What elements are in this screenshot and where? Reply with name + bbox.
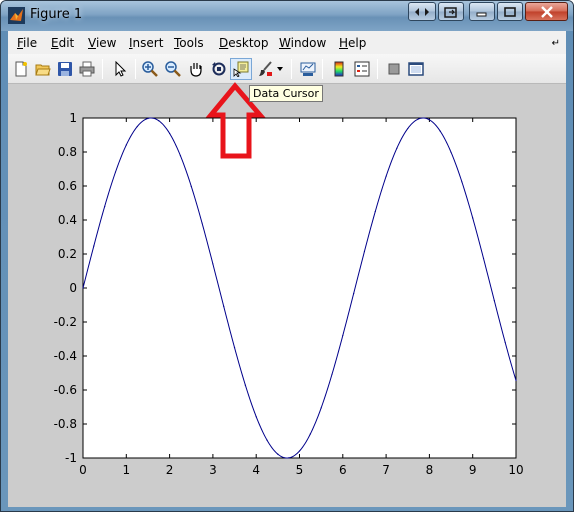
minimize-icon [476,12,487,16]
y-tick-label: 0 [69,281,77,295]
series-point [450,151,452,153]
series-point [428,119,430,121]
series-point [82,287,84,289]
y-tick-label: -0.8 [54,417,77,431]
x-tick-label: 6 [339,463,347,477]
y-tick-label: -1 [65,451,77,465]
maximize-icon [504,6,516,17]
x-tick-label: 8 [426,463,434,477]
series-point [331,373,333,375]
series-point [136,126,138,128]
maximize-button[interactable] [497,2,523,21]
close-icon [540,5,553,18]
x-tick-label: 4 [252,463,260,477]
series-point [147,117,149,120]
series-point [407,127,409,130]
y-tick-label: 1 [69,111,77,125]
series-point [223,305,225,307]
series-point [353,293,355,295]
series-point [309,433,311,435]
y-tick-label: 0.8 [58,145,77,159]
series-point [472,217,474,219]
x-tick-label: 7 [382,463,390,477]
x-tick-label: 3 [209,463,217,477]
y-tick-label: 0.2 [58,247,77,261]
series-point [233,347,236,349]
series-point [385,175,387,177]
series-point [298,450,301,452]
series-point [374,210,376,213]
series-point [93,245,95,247]
y-tick-label: -0.6 [54,383,77,397]
tooltip-data-cursor: Data Cursor [249,85,323,102]
x-tick-label: 0 [79,463,87,477]
series-point [461,181,463,183]
y-tick-label: -0.2 [54,315,77,329]
series-point [439,130,441,132]
restore-view-button[interactable] [438,2,464,21]
series-point [504,341,506,343]
y-tick-label: -0.4 [54,349,77,363]
x-tick-label: 2 [166,463,174,477]
series-point [244,384,246,386]
series-point [255,416,257,418]
minimize-button[interactable] [469,2,495,21]
figure-window: Figure 1 File Edit View Insert Tools Des… [0,0,574,512]
series-point [396,147,398,149]
matlab-logo-icon [8,7,25,24]
series-point [417,118,420,120]
series-point [125,144,127,146]
series-point [158,120,160,122]
figure-client-area: File Edit View Insert Tools Desktop Wind… [8,31,566,507]
series-point [104,205,106,208]
x-tick-label: 9 [469,463,477,477]
series-point [288,457,290,459]
x-tick-label: 5 [296,463,304,477]
series-point [342,334,344,337]
series-point [212,263,214,265]
close-button[interactable] [525,2,568,21]
series-point [169,132,171,135]
x-tick-label: 1 [122,463,130,477]
y-tick-label: 0.4 [58,213,77,227]
series-point [320,407,322,409]
window-title: Figure 1 [30,7,83,22]
dock-arrows-icon [415,7,429,16]
window-restore-icon [444,6,457,18]
figure-canvas[interactable]: 0 1 2 3 4 5 6 7 8 9 10 1 0.8 0.6 0.4 0.2 0 -0.2 -0.4 -0.6 -0… [8,31,566,507]
y-tick-label: 0.6 [58,179,77,193]
series-point [493,300,495,302]
series-point [190,185,192,187]
axes-area[interactable] [82,117,517,459]
series-point [201,222,203,224]
series-point [277,453,279,455]
series-point [114,171,117,173]
title-bar[interactable]: Figure 1 [1,1,573,31]
series-point [515,379,517,382]
series-point [482,257,485,260]
series-point [363,250,366,253]
series-point [179,155,182,157]
series-point [266,439,268,441]
dock-button[interactable] [408,2,436,21]
x-tick-label: 10 [508,463,523,477]
